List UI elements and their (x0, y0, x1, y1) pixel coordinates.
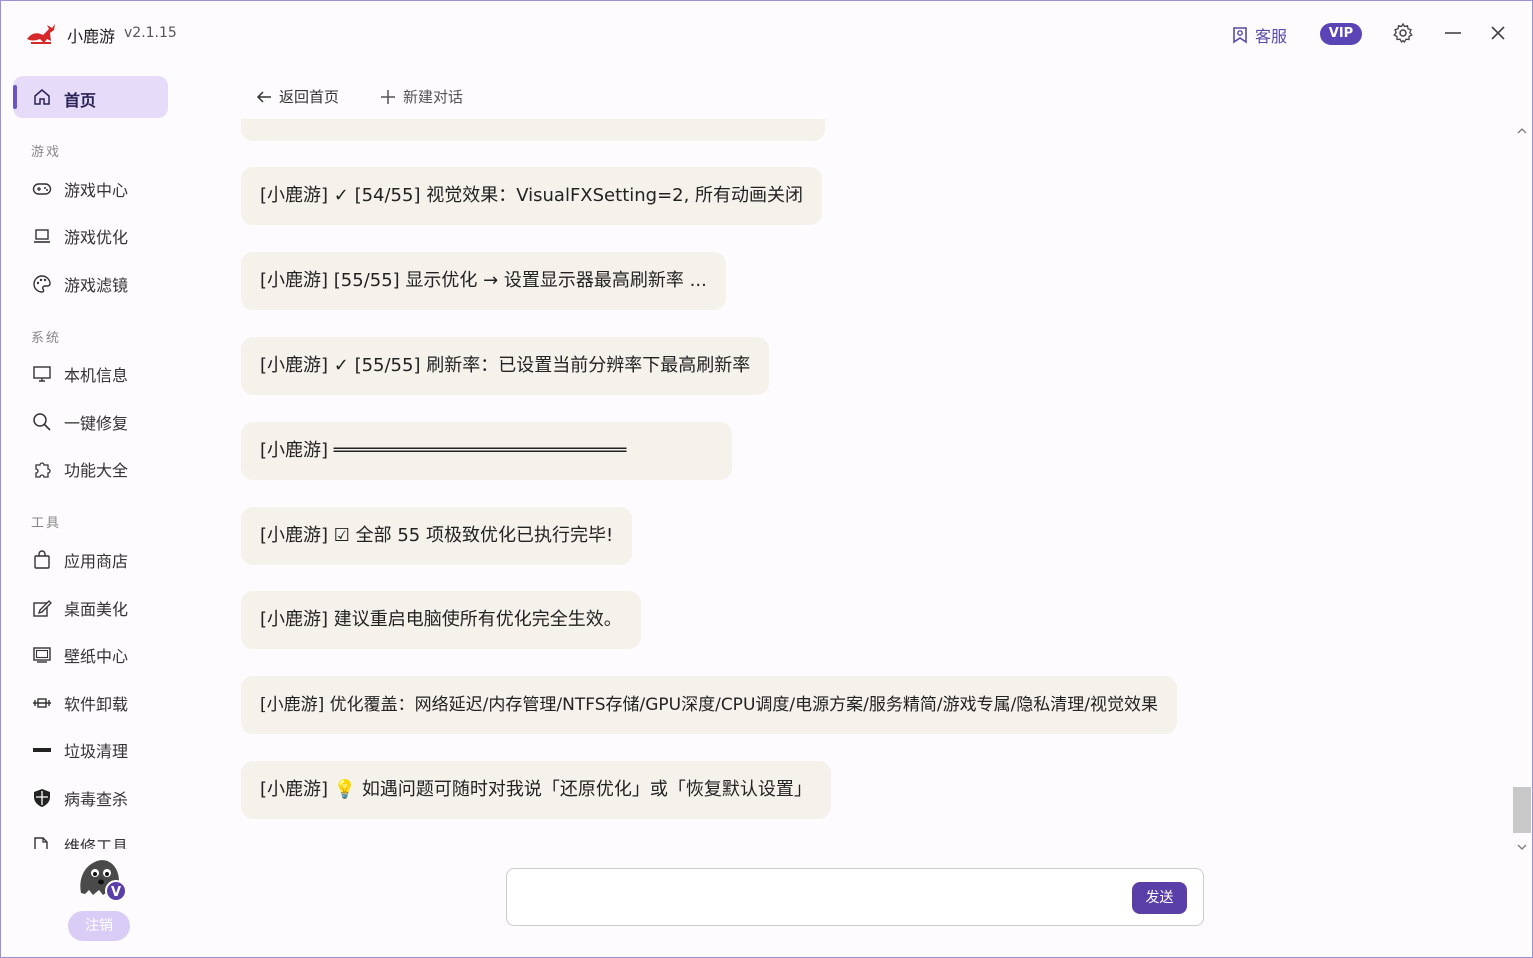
monitor-icon (31, 363, 53, 385)
sidebar-item-uninstall[interactable]: 软件卸载 (31, 688, 181, 718)
sidebar-item-repair-tools[interactable]: 维修工具 (31, 830, 181, 849)
settings-button[interactable] (1391, 21, 1415, 45)
sidebar-item-desktop-beautify[interactable]: 桌面美化 (31, 593, 181, 623)
arrow-left-icon (256, 90, 271, 103)
sidebar-nav: 首页 游戏 游戏中心 游戏优化 游戏滤镜 系统 本机信息 一键修复 功能大全 工… (1, 65, 201, 849)
gear-icon (1393, 22, 1413, 44)
gamepad-icon (31, 178, 53, 200)
close-icon (1491, 26, 1505, 40)
scrollbar-thumb[interactable] (1513, 787, 1531, 833)
back-home-label: 返回首页 (279, 88, 340, 106)
puzzle-icon (31, 458, 53, 480)
sidebar-item-label: 本机信息 (64, 366, 129, 385)
sidebar-item-game-center[interactable]: 游戏中心 (31, 174, 181, 204)
sidebar-item-game-filter[interactable]: 游戏滤镜 (31, 269, 181, 299)
app-window: 小鹿游 v2.1.15 客服 VIP 首页 游戏 游戏中心 游戏优化 游戏滤镜 … (0, 0, 1533, 958)
new-chat-button[interactable]: 新建对话 (379, 86, 463, 107)
sidebar-item-label: 维修工具 (64, 837, 129, 849)
sidebar-item-label: 游戏中心 (64, 181, 129, 200)
plus-icon (381, 89, 395, 104)
chevron-up-icon[interactable] (1516, 125, 1528, 137)
sidebar-item-label: 垃圾清理 (64, 742, 129, 761)
sidebar-item-label: 桌面美化 (64, 600, 129, 619)
minimize-icon (1445, 32, 1461, 34)
customer-service-button[interactable]: 客服 (1231, 23, 1287, 47)
sidebar-item-label: 病毒查杀 (64, 790, 129, 809)
chat-scrollbar[interactable] (1511, 119, 1532, 855)
message-bubble: [小鹿游] 建议重启电脑使所有优化完全生效。 (241, 591, 641, 649)
sidebar-item-one-click-repair[interactable]: 一键修复 (31, 407, 181, 437)
wallpaper-icon (31, 644, 53, 666)
service-icon (1233, 27, 1247, 44)
message-bubble: [小鹿游] ✓ [54/55] 视觉效果：VisualFXSetting=2, … (241, 167, 823, 225)
new-chat-label: 新建对话 (403, 88, 464, 106)
trash-bar-icon (31, 739, 53, 761)
laptop-icon (31, 225, 53, 247)
message-bubble: [小鹿游] ═══════════════════════════ (241, 422, 732, 480)
edit-icon (31, 597, 53, 619)
deer-logo-icon (27, 24, 55, 44)
sidebar-item-label: 游戏优化 (64, 228, 129, 247)
active-indicator (13, 85, 17, 109)
sidebar-item-antivirus[interactable]: 病毒查杀 (31, 783, 181, 813)
sidebar-item-wallpaper-center[interactable]: 壁纸中心 (31, 640, 181, 670)
logout-button[interactable]: 注销 (68, 911, 130, 941)
message-bubble: [小鹿游] 优化覆盖：网络延迟/内存管理/NTFS存储/GPU深度/CPU调度/… (241, 676, 1178, 734)
service-label: 客服 (1255, 27, 1288, 46)
sidebar-item-device-info[interactable]: 本机信息 (31, 359, 181, 389)
sidebar: 首页 游戏 游戏中心 游戏优化 游戏滤镜 系统 本机信息 一键修复 功能大全 工… (1, 65, 201, 957)
palette-icon (31, 273, 53, 295)
search-icon (31, 411, 53, 433)
back-home-button[interactable]: 返回首页 (255, 86, 339, 107)
sidebar-item-label: 首页 (64, 91, 97, 110)
sidebar-item-all-features[interactable]: 功能大全 (31, 454, 181, 484)
sidebar-item-label: 软件卸载 (64, 695, 129, 714)
minimize-button[interactable] (1441, 21, 1465, 45)
uninstall-icon (31, 692, 53, 714)
chat-input-box: 发送 (506, 868, 1204, 926)
shopping-bag-icon (31, 549, 53, 571)
message-bubble: [小鹿游] ☑ 全部 55 项极致优化已执行完毕! (241, 507, 633, 565)
sidebar-item-label: 应用商店 (64, 552, 129, 571)
message-bubble: [小鹿游] 💡 如遇问题可随时对我说「还原优化」或「恢复默认设置」 (241, 761, 831, 819)
chat-messages: [小鹿游] ✓ [54/55] 视觉效果：VisualFXSetting=2, … (231, 119, 1511, 855)
app-name: 小鹿游 (67, 27, 116, 46)
message-bubble: [小鹿游] [55/55] 显示优化 → 设置显示器最高刷新率 ... (241, 252, 726, 310)
avatar-badge: V (111, 885, 121, 900)
vip-button[interactable]: VIP (1320, 23, 1362, 45)
sidebar-item-label: 一键修复 (64, 414, 129, 433)
sidebar-item-junk-clean[interactable]: 垃圾清理 (31, 735, 181, 765)
section-title-system: 系统 (31, 331, 62, 346)
sidebar-item-label: 功能大全 (64, 461, 129, 480)
sidebar-item-home[interactable]: 首页 (13, 76, 168, 118)
chevron-down-icon[interactable] (1516, 841, 1528, 853)
tool-icon (31, 834, 53, 849)
send-button[interactable]: 发送 (1132, 882, 1187, 914)
chat-input[interactable] (519, 881, 1123, 915)
sidebar-item-label: 壁纸中心 (64, 647, 129, 666)
app-version: v2.1.15 (124, 25, 177, 41)
sidebar-item-game-optimize[interactable]: 游戏优化 (31, 221, 181, 251)
title-bar: 小鹿游 v2.1.15 客服 VIP (1, 1, 1532, 65)
sidebar-item-label: 游戏滤镜 (64, 276, 129, 295)
shield-icon (31, 787, 53, 809)
section-title-games: 游戏 (31, 145, 62, 160)
section-title-tools: 工具 (31, 516, 62, 531)
home-icon (34, 89, 50, 105)
message-bubble: [小鹿游] ✓ [55/55] 刷新率：已设置当前分辨率下最高刷新率 (241, 337, 770, 395)
close-button[interactable] (1486, 21, 1510, 45)
sidebar-item-app-store[interactable]: 应用商店 (31, 545, 181, 575)
message-bubble-partial (241, 119, 825, 141)
ghost-avatar[interactable]: V (75, 853, 129, 903)
